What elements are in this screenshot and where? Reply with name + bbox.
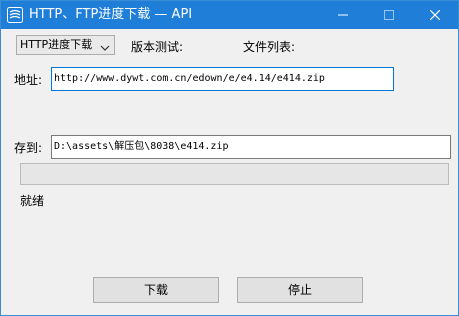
maximize-icon bbox=[384, 10, 394, 20]
minimize-button[interactable] bbox=[320, 1, 366, 29]
mode-select[interactable]: HTTP进度下载 bbox=[16, 35, 115, 55]
file-list-label: 文件列表: bbox=[243, 40, 296, 54]
minimize-icon bbox=[338, 14, 348, 16]
close-button[interactable] bbox=[412, 1, 458, 29]
address-input[interactable]: http://www.dywt.com.cn/edown/e/e4.14/e41… bbox=[51, 67, 394, 91]
title-bar[interactable]: HTTP、FTP进度下载 — API bbox=[1, 1, 458, 29]
download-progress-bar bbox=[20, 163, 449, 185]
maximize-button[interactable] bbox=[366, 1, 412, 29]
address-label: 地址: bbox=[14, 73, 43, 87]
close-icon bbox=[430, 10, 440, 20]
status-text: 就绪 bbox=[20, 194, 45, 208]
save-to-label: 存到: bbox=[14, 141, 43, 155]
window-title: HTTP、FTP进度下载 — API bbox=[29, 7, 193, 22]
version-test-label: 版本测试: bbox=[131, 40, 184, 54]
mode-select-value: HTTP进度下载 bbox=[20, 38, 93, 51]
app-logo-icon bbox=[7, 7, 23, 23]
chevron-down-icon bbox=[99, 39, 111, 51]
main-window: HTTP、FTP进度下载 — API HTTP进度下载 版本测试: 文件列表: … bbox=[0, 0, 459, 316]
stop-button[interactable]: 停止 bbox=[237, 277, 363, 303]
save-path-input[interactable]: D:\assets\解压包\8038\e414.zip bbox=[51, 135, 451, 159]
download-button[interactable]: 下载 bbox=[93, 277, 219, 303]
